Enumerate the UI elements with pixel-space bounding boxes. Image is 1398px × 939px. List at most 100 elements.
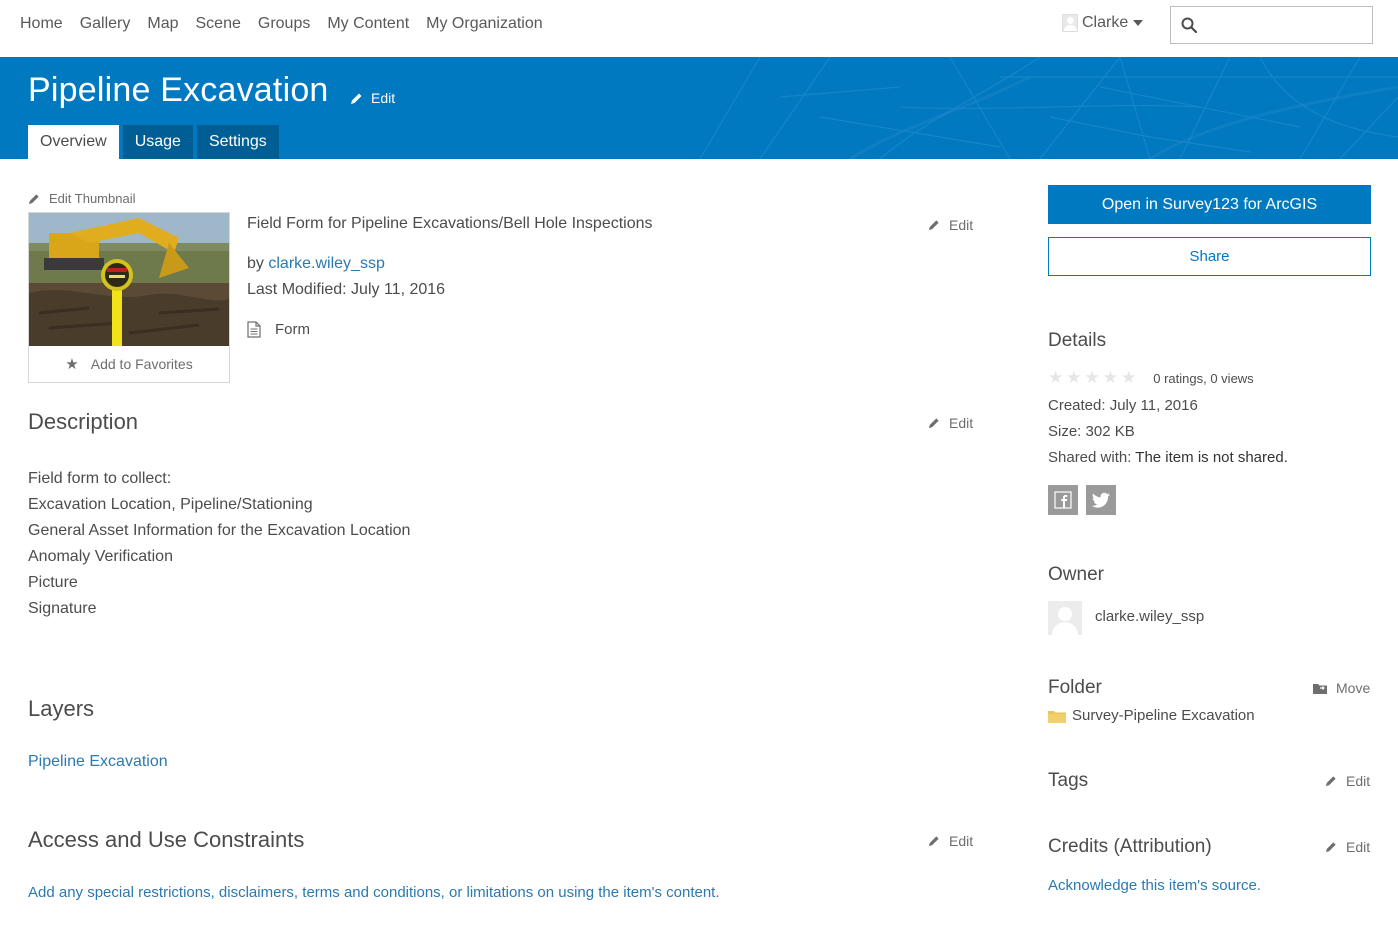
- caret-down-icon: [1133, 20, 1144, 26]
- share-button[interactable]: Share: [1048, 237, 1371, 276]
- credits-edit-link[interactable]: Edit: [1325, 839, 1370, 855]
- tab-overview[interactable]: Overview: [28, 125, 119, 159]
- owner-name[interactable]: clarke.wiley_ssp: [1095, 608, 1204, 625]
- tags-heading: Tags: [1048, 770, 1089, 791]
- description-line: Excavation Location, Pipeline/Stationing: [28, 496, 313, 513]
- item-type: Form: [247, 321, 310, 338]
- move-icon: [1313, 683, 1327, 694]
- open-in-survey123-button[interactable]: Open in Survey123 for ArcGIS: [1048, 185, 1371, 224]
- details-heading: Details: [1048, 330, 1107, 351]
- folder-heading: Folder: [1048, 677, 1102, 698]
- edit-thumbnail-link[interactable]: Edit Thumbnail: [28, 191, 135, 206]
- constraints-heading: Access and Use Constraints: [28, 827, 305, 852]
- summary-edit-link[interactable]: Edit: [928, 217, 973, 233]
- item-summary: Field Form for Pipeline Excavations/Bell…: [247, 215, 653, 232]
- nav-map[interactable]: Map: [147, 15, 178, 33]
- constraints-edit-link[interactable]: Edit: [928, 833, 973, 849]
- folder-row: Survey-Pipeline Excavation: [1048, 707, 1255, 724]
- item-byline: by clarke.wiley_ssp: [247, 255, 385, 273]
- rating-row: ★ ★ ★ ★ ★ 0 ratings, 0 views: [1048, 368, 1254, 388]
- search-box: [1170, 6, 1373, 44]
- shared-with: Shared with: The item is not shared.: [1048, 449, 1288, 466]
- move-folder-link[interactable]: Move: [1312, 680, 1370, 696]
- shared-with-value: The item is not shared.: [1135, 449, 1288, 466]
- star-icon[interactable]: ★: [1066, 368, 1081, 388]
- rating-stars: ★ ★ ★ ★ ★: [1048, 368, 1139, 388]
- description-line: Picture: [28, 574, 78, 591]
- add-to-favorites-label: Add to Favorites: [90, 356, 193, 372]
- byline-prefix: by: [247, 255, 264, 272]
- document-icon: [247, 321, 261, 338]
- pencil-icon: [28, 193, 39, 204]
- acknowledge-source-link[interactable]: Acknowledge this item's source.: [1048, 877, 1261, 894]
- tab-settings[interactable]: Settings: [196, 125, 279, 159]
- item-tabs: Overview Usage Settings: [28, 125, 283, 159]
- rating-count: 0 ratings, 0 views: [1153, 370, 1254, 386]
- nav-my-organization[interactable]: My Organization: [426, 15, 543, 33]
- twitter-share-button[interactable]: [1086, 485, 1116, 515]
- nav-scene[interactable]: Scene: [196, 15, 241, 33]
- star-icon[interactable]: ★: [1103, 368, 1118, 388]
- constraints-placeholder-link[interactable]: Add any special restrictions, disclaimer…: [28, 884, 720, 901]
- tags-edit-link[interactable]: Edit: [1325, 773, 1370, 789]
- description-body: Field form to collect: Excavation Locati…: [28, 466, 410, 622]
- layers-heading: Layers: [28, 696, 95, 721]
- star-icon[interactable]: ★: [1121, 368, 1136, 388]
- nav-groups[interactable]: Groups: [258, 15, 310, 33]
- nav-my-content[interactable]: My Content: [327, 15, 409, 33]
- user-avatar-icon: [1062, 14, 1078, 32]
- folder-icon: [1048, 710, 1066, 723]
- description-edit-label: Edit: [949, 415, 974, 431]
- credits-edit-label: Edit: [1346, 839, 1371, 855]
- star-icon[interactable]: ★: [1048, 368, 1063, 388]
- description-heading: Description: [28, 409, 139, 434]
- last-modified: Last Modified: July 11, 2016: [247, 281, 446, 298]
- nav-gallery[interactable]: Gallery: [80, 15, 131, 33]
- item-thumbnail: [29, 213, 229, 346]
- user-menu[interactable]: Clarke: [1062, 14, 1144, 32]
- item-size: Size: 302 KB: [1048, 423, 1135, 440]
- add-to-favorites-button[interactable]: ★ Add to Favorites: [29, 346, 229, 382]
- move-label: Move: [1336, 680, 1371, 696]
- facebook-icon: [1054, 491, 1072, 509]
- pencil-icon: [928, 220, 939, 231]
- facebook-share-button[interactable]: [1048, 485, 1078, 515]
- owner-heading: Owner: [1048, 564, 1104, 585]
- title-edit-label: Edit: [371, 90, 396, 106]
- created-date: Created: July 11, 2016: [1048, 397, 1198, 414]
- pencil-icon: [351, 93, 362, 104]
- star-icon[interactable]: ★: [1085, 368, 1100, 388]
- tab-usage[interactable]: Usage: [122, 125, 193, 159]
- pencil-icon: [928, 418, 939, 429]
- shared-with-prefix: Shared with:: [1048, 449, 1132, 466]
- summary-edit-label: Edit: [949, 217, 974, 233]
- description-line: Field form to collect:: [28, 470, 172, 487]
- top-navigation: Home Gallery Map Scene Groups My Content…: [0, 0, 1398, 57]
- owner-link[interactable]: clarke.wiley_ssp: [268, 255, 384, 272]
- pencil-icon: [928, 836, 939, 847]
- thumbnail-card: ★ Add to Favorites: [28, 212, 230, 383]
- nav-home[interactable]: Home: [20, 15, 63, 33]
- description-edit-link[interactable]: Edit: [928, 415, 973, 431]
- credits-heading: Credits (Attribution): [1048, 836, 1212, 857]
- search-input[interactable]: [1205, 13, 1365, 37]
- layer-link[interactable]: Pipeline Excavation: [28, 753, 168, 771]
- item-type-label: Form: [275, 321, 310, 338]
- title-edit-link[interactable]: Edit: [350, 90, 395, 106]
- pencil-icon: [1325, 842, 1336, 853]
- item-banner: Pipeline Excavation Edit Overview Usage …: [0, 57, 1398, 159]
- constraints-edit-label: Edit: [949, 833, 974, 849]
- description-line: Anomaly Verification: [28, 548, 173, 565]
- tags-edit-label: Edit: [1346, 773, 1371, 789]
- twitter-icon: [1091, 492, 1110, 508]
- folder-name: Survey-Pipeline Excavation: [1072, 707, 1255, 724]
- owner-avatar: [1048, 601, 1082, 635]
- excavation-photo: [29, 213, 229, 346]
- nav-links: Home Gallery Map Scene Groups My Content…: [20, 15, 560, 33]
- item-title: Pipeline Excavation: [28, 71, 329, 109]
- search-icon[interactable]: [1181, 17, 1197, 33]
- edit-thumbnail-label: Edit Thumbnail: [49, 191, 136, 206]
- description-line: Signature: [28, 600, 97, 617]
- star-icon: ★: [65, 356, 79, 373]
- pencil-icon: [1325, 776, 1336, 787]
